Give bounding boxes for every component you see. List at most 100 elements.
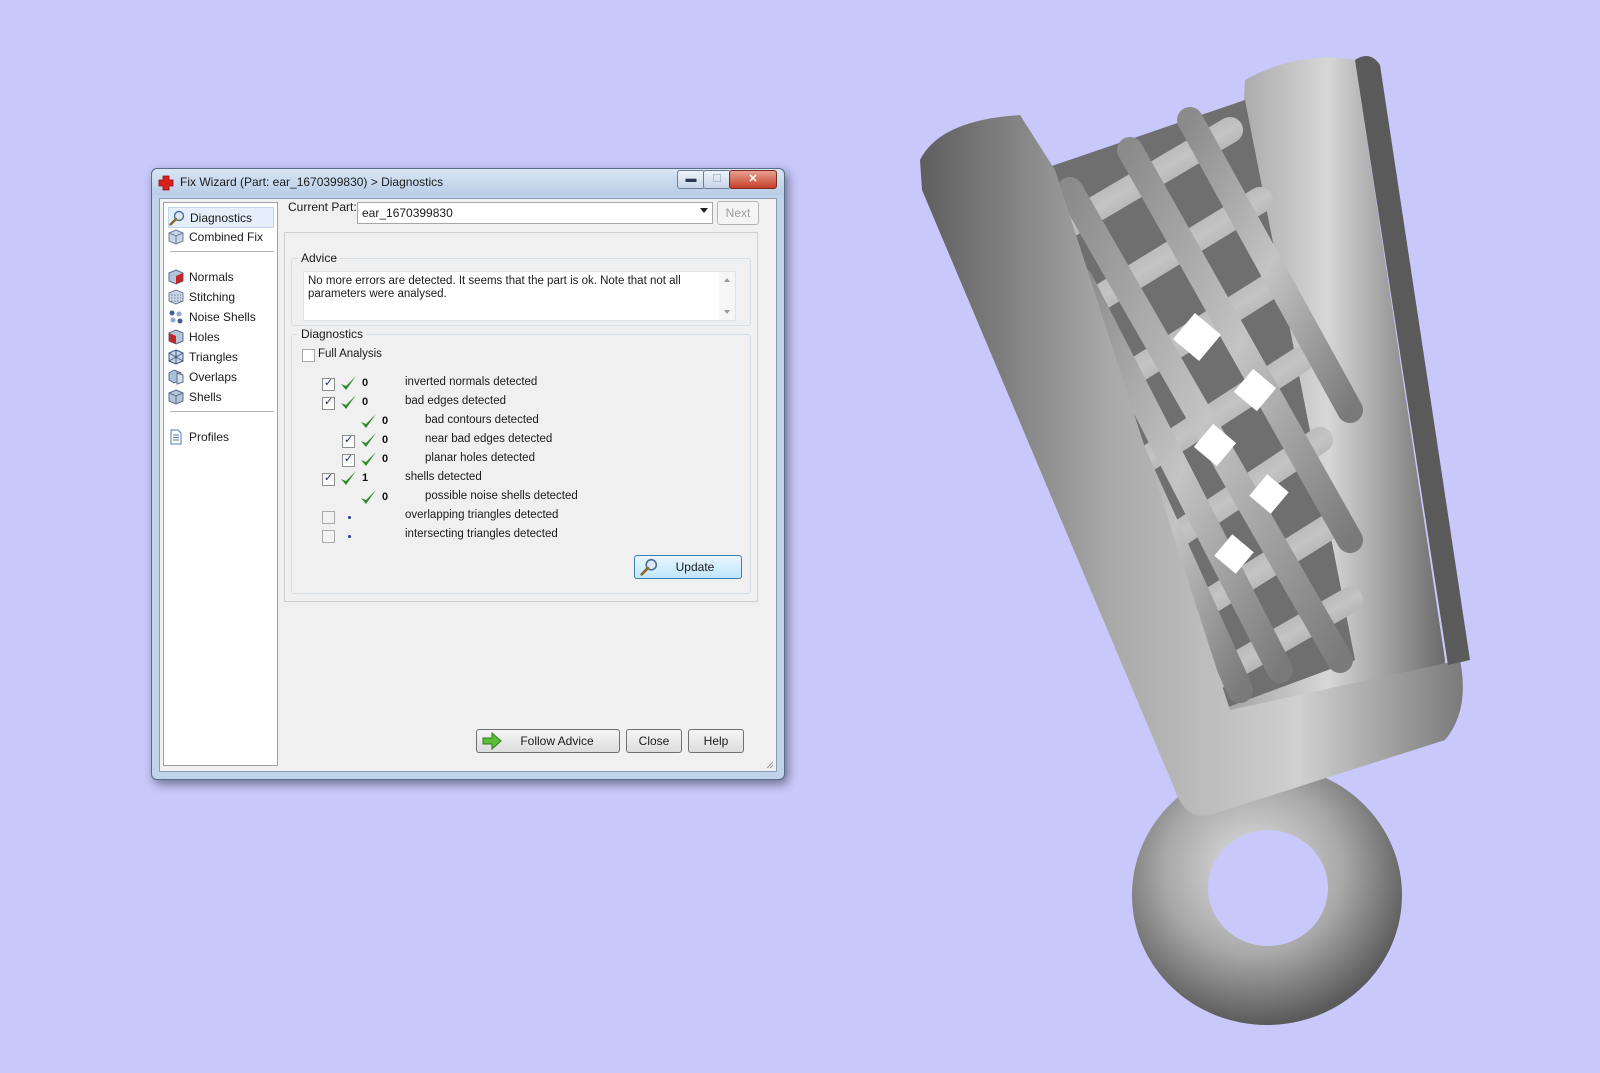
sidebar-item-label: Overlaps [189,369,238,384]
green-check-icon [361,452,376,466]
shells-cube-icon [168,388,184,405]
close-button[interactable]: Close [626,729,682,753]
diag-count: 1 [362,472,369,484]
sidebar-item-triangles[interactable]: Triangles [168,347,272,366]
row-checkbox[interactable] [342,452,355,467]
sidebar-item-label: Noise Shells [189,309,256,324]
advice-title: Advice [298,251,341,265]
scroll-up-icon[interactable] [724,278,730,282]
diag-count: 0 [382,453,389,465]
full-analysis-checkbox[interactable] [302,349,315,362]
sidebar-separator [170,411,274,412]
row-checkbox[interactable] [342,433,355,448]
green-check-icon [341,395,356,409]
row-checkbox[interactable] [322,530,335,543]
overlaps-cube-icon [168,368,184,385]
chevron-down-icon [700,208,708,213]
next-button[interactable]: Next [717,201,759,225]
diag-label: bad edges detected [405,395,507,407]
green-check-icon [361,490,376,504]
diag-label: planar holes detected [425,452,535,464]
green-check-icon [341,471,356,485]
follow-advice-button[interactable]: Follow Advice [476,729,620,753]
window-title: Fix Wizard (Part: ear_1670399830) > Diag… [180,175,444,189]
pending-dot-icon [348,535,351,538]
sidebar-item-diagnostics[interactable]: Diagnostics [168,207,274,228]
bail-ring [1132,765,1402,1025]
diag-count: 0 [382,434,389,446]
noise-shells-icon [169,310,183,323]
current-part-value: ear_1670399830 [362,206,453,220]
sidebar-item-label: Profiles [189,429,230,444]
diag-count: 0 [362,377,369,389]
sidebar-item-label: Combined Fix [189,229,264,244]
update-label: Update [675,560,715,574]
sidebar-item-noise-shells[interactable]: Noise Shells [168,307,272,326]
wizard-sidebar: Diagnostics Combined Fix Normals Stitchi… [163,202,278,766]
follow-advice-label: Follow Advice [520,734,594,748]
sidebar-item-holes[interactable]: Holes [168,327,272,346]
sidebar-item-label: Triangles [189,349,238,364]
diag-label: near bad edges detected [425,433,553,445]
holes-cube-icon [168,328,184,345]
resize-grip-icon[interactable] [764,759,774,769]
sidebar-item-profiles[interactable]: Profiles [168,427,272,446]
magnifier-icon [169,210,185,226]
row-checkbox[interactable] [322,471,335,486]
diag-label: intersecting triangles detected [405,528,558,540]
magnifier-icon [640,558,658,576]
sidebar-item-label: Shells [189,389,222,404]
sidebar-item-label: Normals [189,269,234,284]
diagnostics-group: Diagnostics Full Analysis 0 inverted nor… [291,327,751,594]
diag-label: overlapping triangles detected [405,509,559,521]
stitching-cube-icon [168,288,184,305]
normals-cube-icon [168,268,184,285]
advice-text: No more errors are detected. It seems th… [308,275,681,300]
medical-cross-icon [158,175,174,191]
sidebar-item-normals[interactable]: Normals [168,267,272,286]
green-arrow-icon [482,732,502,750]
sidebar-item-label: Holes [189,329,220,344]
update-button[interactable]: Update [634,555,742,579]
dialog-client-area: Diagnostics Combined Fix Normals Stitchi… [159,198,777,772]
diag-label: bad contours detected [425,414,539,426]
minimize-button[interactable]: ▬ [677,170,705,189]
fix-wizard-window: Fix Wizard (Part: ear_1670399830) > Diag… [151,168,785,780]
pending-dot-icon [348,516,351,519]
sidebar-item-stitching[interactable]: Stitching [168,287,272,306]
row-checkbox[interactable] [322,511,335,524]
full-analysis-label: Full Analysis [318,348,382,360]
green-check-icon [361,414,376,428]
current-part-label: Current Part: [288,200,357,214]
row-checkbox[interactable] [322,376,335,391]
diag-count: 0 [362,396,369,408]
diag-count: 0 [382,491,389,503]
triangles-cube-icon [168,348,184,365]
sidebar-item-shells[interactable]: Shells [168,387,272,406]
advice-text-box: No more errors are detected. It seems th… [303,271,736,321]
sidebar-item-overlaps[interactable]: Overlaps [168,367,272,386]
document-icon [170,429,182,444]
sidebar-separator [170,251,274,252]
sidebar-item-label: Stitching [189,289,236,304]
title-bar[interactable]: Fix Wizard (Part: ear_1670399830) > Diag… [152,169,784,195]
diag-label: possible noise shells detected [425,490,578,502]
diag-count: 0 [382,415,389,427]
green-check-icon [341,376,356,390]
diag-label: shells detected [405,471,482,483]
diag-label: inverted normals detected [405,376,538,388]
advice-scrollbar[interactable] [719,272,735,320]
diagnostics-title: Diagnostics [298,327,367,341]
row-checkbox[interactable] [322,395,335,410]
help-button[interactable]: Help [688,729,744,753]
model-viewport[interactable] [900,20,1580,1060]
scroll-down-icon[interactable] [724,310,730,314]
diagnostics-panel: Advice No more errors are detected. It s… [284,232,758,602]
cube-icon [168,228,184,245]
green-check-icon [361,433,376,447]
sidebar-item-combined-fix[interactable]: Combined Fix [168,227,272,246]
current-part-select[interactable]: ear_1670399830 [357,202,713,224]
maximize-button[interactable]: ☐ [703,170,731,189]
close-window-button[interactable]: ✕ [729,170,777,189]
advice-group: Advice No more errors are detected. It s… [291,251,751,326]
